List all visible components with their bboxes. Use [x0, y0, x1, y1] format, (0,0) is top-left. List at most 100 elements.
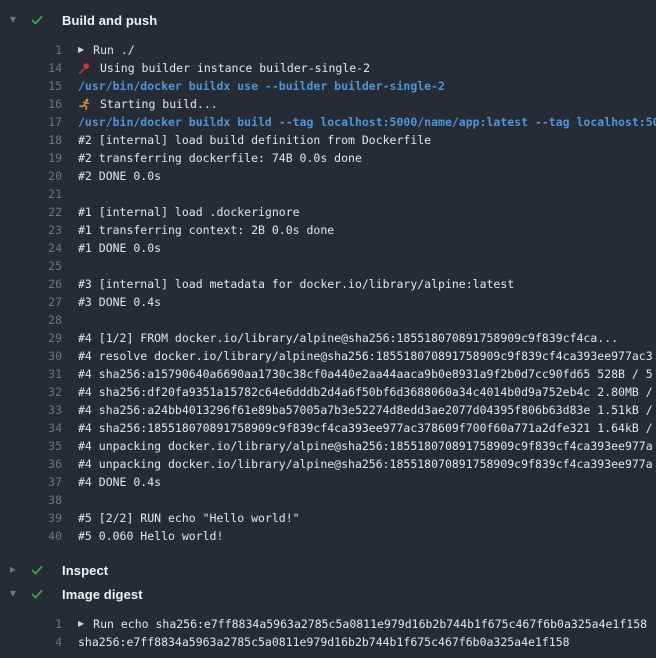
log-text: #1 [internal] load .dockerignore — [62, 203, 656, 221]
line-number[interactable]: 21 — [0, 185, 62, 203]
log-line: 1 ▶Run echo sha256:e7ff8834a5963a2785c5a… — [0, 615, 656, 633]
log-text: #4 sha256:185518070891758909c9f839cf4ca3… — [62, 419, 656, 437]
disclosure-triangle-icon[interactable]: ▼ — [8, 590, 18, 598]
section-title: Build and push — [62, 13, 157, 28]
pushpin-icon — [78, 62, 91, 75]
line-number[interactable]: 29 — [0, 329, 62, 347]
log-section-build-and-push: ▼ Build and push 1 ▶Run ./ 14 Using buil… — [0, 8, 656, 545]
line-number[interactable]: 37 — [0, 473, 62, 491]
line-number[interactable]: 23 — [0, 221, 62, 239]
disclosure-triangle-icon[interactable]: ▶ — [8, 566, 18, 574]
log-line: 30 #4 resolve docker.io/library/alpine@s… — [0, 347, 656, 365]
log-text: #3 DONE 0.4s — [62, 293, 656, 311]
section-title: Image digest — [62, 587, 143, 602]
log-line: 32 #4 sha256:df20fa9351a15782c64e6dddb2d… — [0, 383, 656, 401]
line-number[interactable]: 27 — [0, 293, 62, 311]
log-text: ▶Run ./ — [62, 41, 656, 59]
line-number[interactable]: 39 — [0, 509, 62, 527]
disclosure-triangle-icon[interactable]: ▼ — [8, 16, 18, 24]
section-header[interactable]: ▼ Image digest — [0, 582, 656, 606]
log-text: ▶Run echo sha256:e7ff8834a5963a2785c5a08… — [62, 615, 656, 633]
log-line: 15 /usr/bin/docker buildx use --builder … — [0, 77, 656, 95]
log-text — [62, 311, 656, 329]
line-number[interactable]: 20 — [0, 167, 62, 185]
log-line: 35 #4 unpacking docker.io/library/alpine… — [0, 437, 656, 455]
log-text: #2 transferring dockerfile: 74B 0.0s don… — [62, 149, 656, 167]
log-line: 29 #4 [1/2] FROM docker.io/library/alpin… — [0, 329, 656, 347]
line-number[interactable]: 15 — [0, 77, 62, 95]
line-number[interactable]: 16 — [0, 95, 62, 113]
log-text: #4 unpacking docker.io/library/alpine@sh… — [62, 437, 656, 455]
log-text: Using builder instance builder-single-2 — [62, 59, 656, 77]
log-text: #5 [2/2] RUN echo "Hello world!" — [62, 509, 656, 527]
log-line: 33 #4 sha256:a24bb4013296f61e89ba57005a7… — [0, 401, 656, 419]
log-text — [62, 257, 656, 275]
line-number[interactable]: 24 — [0, 239, 62, 257]
log-text: #1 DONE 0.0s — [62, 239, 656, 257]
log-line: 18 #2 [internal] load build definition f… — [0, 131, 656, 149]
log-text: #3 [internal] load metadata for docker.i… — [62, 275, 656, 293]
log-viewer: ▼ Build and push 1 ▶Run ./ 14 Using buil… — [0, 0, 656, 651]
log-line: 1 ▶Run ./ — [0, 41, 656, 59]
line-number[interactable]: 14 — [0, 59, 62, 77]
runner-icon — [78, 98, 91, 111]
log-line: 20 #2 DONE 0.0s — [0, 167, 656, 185]
line-number[interactable]: 36 — [0, 455, 62, 473]
line-number[interactable]: 19 — [0, 149, 62, 167]
log-text: #2 DONE 0.0s — [62, 167, 656, 185]
line-number[interactable]: 28 — [0, 311, 62, 329]
line-number[interactable]: 33 — [0, 401, 62, 419]
line-number[interactable]: 35 — [0, 437, 62, 455]
log-section-inspect: ▶ Inspect — [0, 558, 656, 582]
line-number[interactable]: 31 — [0, 365, 62, 383]
log-line: 40 #5 0.060 Hello world! — [0, 527, 656, 545]
line-number[interactable]: 18 — [0, 131, 62, 149]
log-line: 25 — [0, 257, 656, 275]
line-number[interactable]: 34 — [0, 419, 62, 437]
log-text: #5 0.060 Hello world! — [62, 527, 656, 545]
log-line: 28 — [0, 311, 656, 329]
log-text: Starting build... — [62, 95, 656, 113]
log-line: 39 #5 [2/2] RUN echo "Hello world!" — [0, 509, 656, 527]
line-number[interactable]: 17 — [0, 113, 62, 131]
section-log: 1 ▶Run echo sha256:e7ff8834a5963a2785c5a… — [0, 615, 656, 651]
section-header[interactable]: ▶ Inspect — [0, 558, 656, 582]
line-number[interactable]: 40 — [0, 527, 62, 545]
line-number[interactable]: 38 — [0, 491, 62, 509]
section-header[interactable]: ▼ Build and push — [0, 8, 656, 32]
log-line: 16 Starting build... — [0, 95, 656, 113]
line-number[interactable]: 32 — [0, 383, 62, 401]
log-line: 19 #2 transferring dockerfile: 74B 0.0s … — [0, 149, 656, 167]
log-text: #4 sha256:a24bb4013296f61e89ba57005a7b3e… — [62, 401, 656, 419]
log-text: /usr/bin/docker buildx build --tag local… — [62, 113, 656, 131]
log-text: #4 sha256:a15790640a6690aa1730c38cf0a440… — [62, 365, 656, 383]
line-number[interactable]: 25 — [0, 257, 62, 275]
line-number[interactable]: 26 — [0, 275, 62, 293]
log-line: 31 #4 sha256:a15790640a6690aa1730c38cf0a… — [0, 365, 656, 383]
log-line: 26 #3 [internal] load metadata for docke… — [0, 275, 656, 293]
log-text: #4 [1/2] FROM docker.io/library/alpine@s… — [62, 329, 656, 347]
line-number[interactable]: 1 — [0, 615, 62, 633]
log-line: 34 #4 sha256:185518070891758909c9f839cf4… — [0, 419, 656, 437]
expand-chevron-icon[interactable]: ▶ — [78, 615, 84, 633]
log-text: #4 resolve docker.io/library/alpine@sha2… — [62, 347, 656, 365]
log-text: #4 unpacking docker.io/library/alpine@sh… — [62, 455, 656, 473]
log-line: 14 Using builder instance builder-single… — [0, 59, 656, 77]
line-number[interactable]: 30 — [0, 347, 62, 365]
line-number[interactable]: 4 — [0, 633, 62, 651]
section-log: 1 ▶Run ./ 14 Using builder instance buil… — [0, 41, 656, 545]
log-line: 17 /usr/bin/docker buildx build --tag lo… — [0, 113, 656, 131]
log-text: /usr/bin/docker buildx use --builder bui… — [62, 77, 656, 95]
log-line: 21 — [0, 185, 656, 203]
line-number[interactable]: 1 — [0, 41, 62, 59]
log-line: 37 #4 DONE 0.4s — [0, 473, 656, 491]
expand-chevron-icon[interactable]: ▶ — [78, 41, 84, 59]
log-text: sha256:e7ff8834a5963a2785c5a0811e979d16b… — [62, 633, 656, 651]
log-text: #1 transferring context: 2B 0.0s done — [62, 221, 656, 239]
log-text: #4 DONE 0.4s — [62, 473, 656, 491]
line-number[interactable]: 22 — [0, 203, 62, 221]
log-line: 27 #3 DONE 0.4s — [0, 293, 656, 311]
section-title: Inspect — [62, 563, 108, 578]
log-line: 4 sha256:e7ff8834a5963a2785c5a0811e979d1… — [0, 633, 656, 651]
log-line: 36 #4 unpacking docker.io/library/alpine… — [0, 455, 656, 473]
